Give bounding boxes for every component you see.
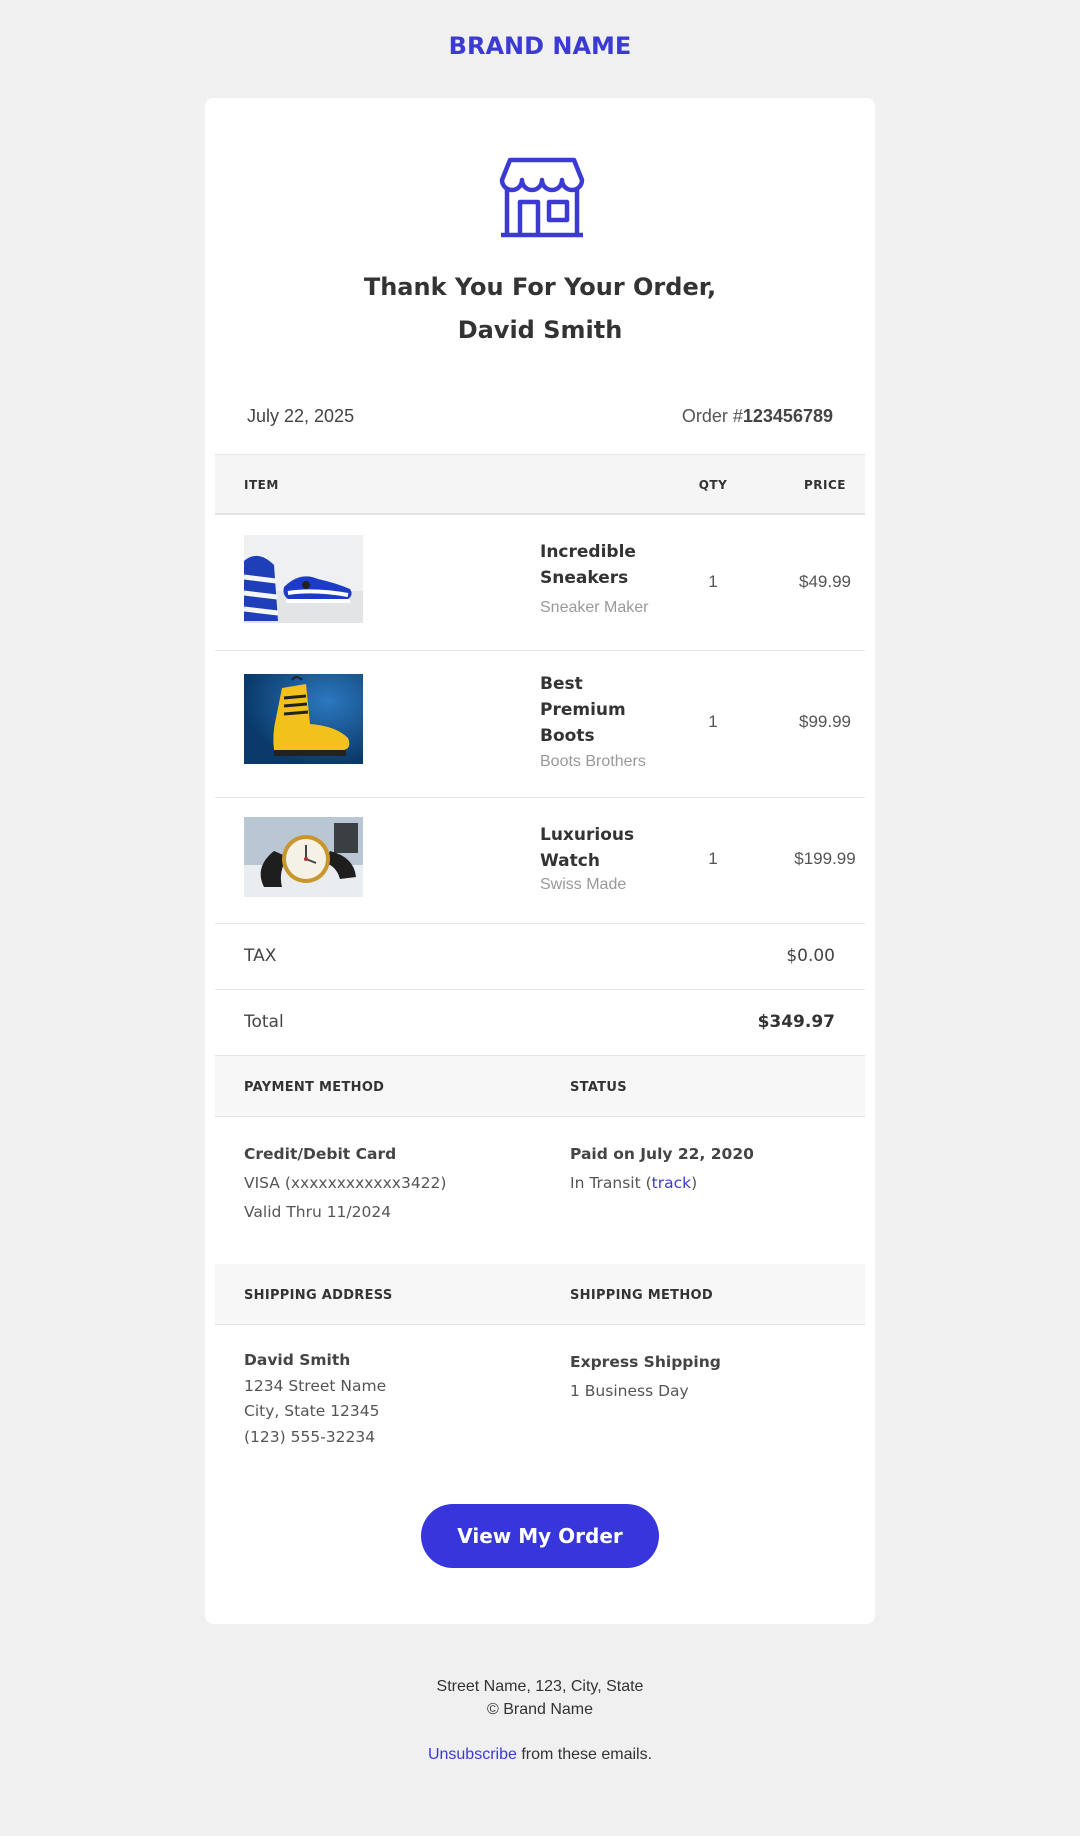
shipping-phone: (123) 555-32234 [244, 1427, 376, 1446]
store-icon [499, 157, 585, 238]
total-label: Total [244, 1012, 284, 1032]
customer-name: David Smith [457, 316, 623, 344]
greeting-line-1: Thank You For Your Order, [363, 273, 717, 301]
payment-method-details: Credit/Debit Card VISA (xxxxxxxxxxxx3422… [244, 1140, 446, 1227]
shipping-city: City, State 12345 [244, 1402, 380, 1420]
watch-photo [244, 817, 363, 897]
total-row: Total $349.97 [215, 990, 865, 1056]
order-number-prefix: Order # [681, 406, 743, 426]
unsubscribe-link[interactable]: Unsubscribe [428, 1746, 517, 1763]
item-name: Incredible Sneakers [540, 542, 636, 588]
order-greeting: Thank You For Your Order, David Smith [205, 266, 875, 352]
shipping-method: Express Shipping [570, 1353, 721, 1371]
unsubscribe-suffix: from these emails. [516, 1746, 653, 1763]
item-qty: 1 [708, 712, 718, 731]
shipping-address-details: David Smith 1234 Street Name City, State… [244, 1348, 386, 1450]
status-heading: STATUS [570, 1080, 627, 1095]
payment-valid-thru: Valid Thru 11/2024 [244, 1203, 392, 1221]
item-price: $49.99 [799, 572, 851, 591]
item-qty: 1 [708, 572, 718, 591]
item-qty: 1 [708, 849, 718, 868]
order-date: July 22, 2025 [247, 406, 355, 426]
item-maker: Swiss Made [540, 876, 627, 893]
item-price: $199.99 [794, 849, 856, 868]
shipping-address-heading: SHIPPING ADDRESS [244, 1288, 393, 1303]
boots-photo [244, 674, 363, 764]
sneakers-photo [244, 535, 363, 623]
payment-method-heading: PAYMENT METHOD [244, 1080, 385, 1095]
table-row: Luxurious Watch Swiss Made 1 $199.99 [215, 798, 865, 924]
total-value: $349.97 [757, 1012, 835, 1032]
shipping-street: 1234 Street Name [244, 1376, 387, 1395]
order-number-value: 123456789 [742, 406, 833, 426]
status-details: Paid on July 22, 2020 In Transit (track) [570, 1140, 754, 1198]
track-link[interactable]: track [652, 1174, 691, 1192]
transit-prefix: In Transit ( [570, 1174, 652, 1192]
footer-copyright: © Brand Name [486, 1701, 594, 1718]
shipping-duration: 1 Business Day [570, 1382, 689, 1400]
payment-status-header: PAYMENT METHOD STATUS [215, 1056, 865, 1117]
shipping-method-heading: SHIPPING METHOD [570, 1288, 713, 1303]
view-order-button[interactable]: View My Order [421, 1504, 659, 1568]
order-number: Order #123456789 [682, 406, 833, 427]
item-name: Best Premium Boots [540, 674, 626, 746]
tax-row: TAX $0.00 [215, 924, 865, 990]
payment-method: Credit/Debit Card [244, 1145, 397, 1163]
order-card: Thank You For Your Order, David Smith Ju… [205, 98, 875, 1624]
payment-card: VISA (xxxxxxxxxxxx3422) [244, 1174, 447, 1192]
item-name: Luxurious Watch [540, 825, 635, 871]
header-price: PRICE [803, 478, 846, 492]
footer-address: Street Name, 123, City, State [436, 1678, 644, 1695]
item-maker: Boots Brothers [540, 753, 646, 770]
table-row: Incredible Sneakers Sneaker Maker 1 $49.… [215, 515, 865, 651]
table-row: Best Premium Boots Boots Brothers 1 $99.… [215, 651, 865, 798]
shipping-header: SHIPPING ADDRESS SHIPPING METHOD [215, 1264, 865, 1325]
item-price: $99.99 [799, 712, 851, 731]
item-maker: Sneaker Maker [540, 599, 649, 616]
header-qty: QTY [698, 478, 728, 492]
items-table-header: ITEM QTY PRICE [215, 454, 865, 515]
header-item: ITEM [244, 478, 279, 492]
tax-label: TAX [244, 946, 277, 966]
transit-suffix: ) [691, 1174, 698, 1192]
payment-status: Paid on July 22, 2020 [570, 1145, 754, 1163]
tax-value: $0.00 [786, 946, 835, 966]
transit-status: In Transit (track) [570, 1169, 754, 1198]
shipping-method-details: Express Shipping 1 Business Day [570, 1348, 721, 1406]
footer-unsubscribe: Unsubscribe from these emails. [0, 1746, 1080, 1764]
footer: Street Name, 123, City, State © Brand Na… [0, 1675, 1080, 1721]
brand-name: BRAND NAME [448, 32, 632, 60]
shipping-name: David Smith [244, 1351, 351, 1369]
